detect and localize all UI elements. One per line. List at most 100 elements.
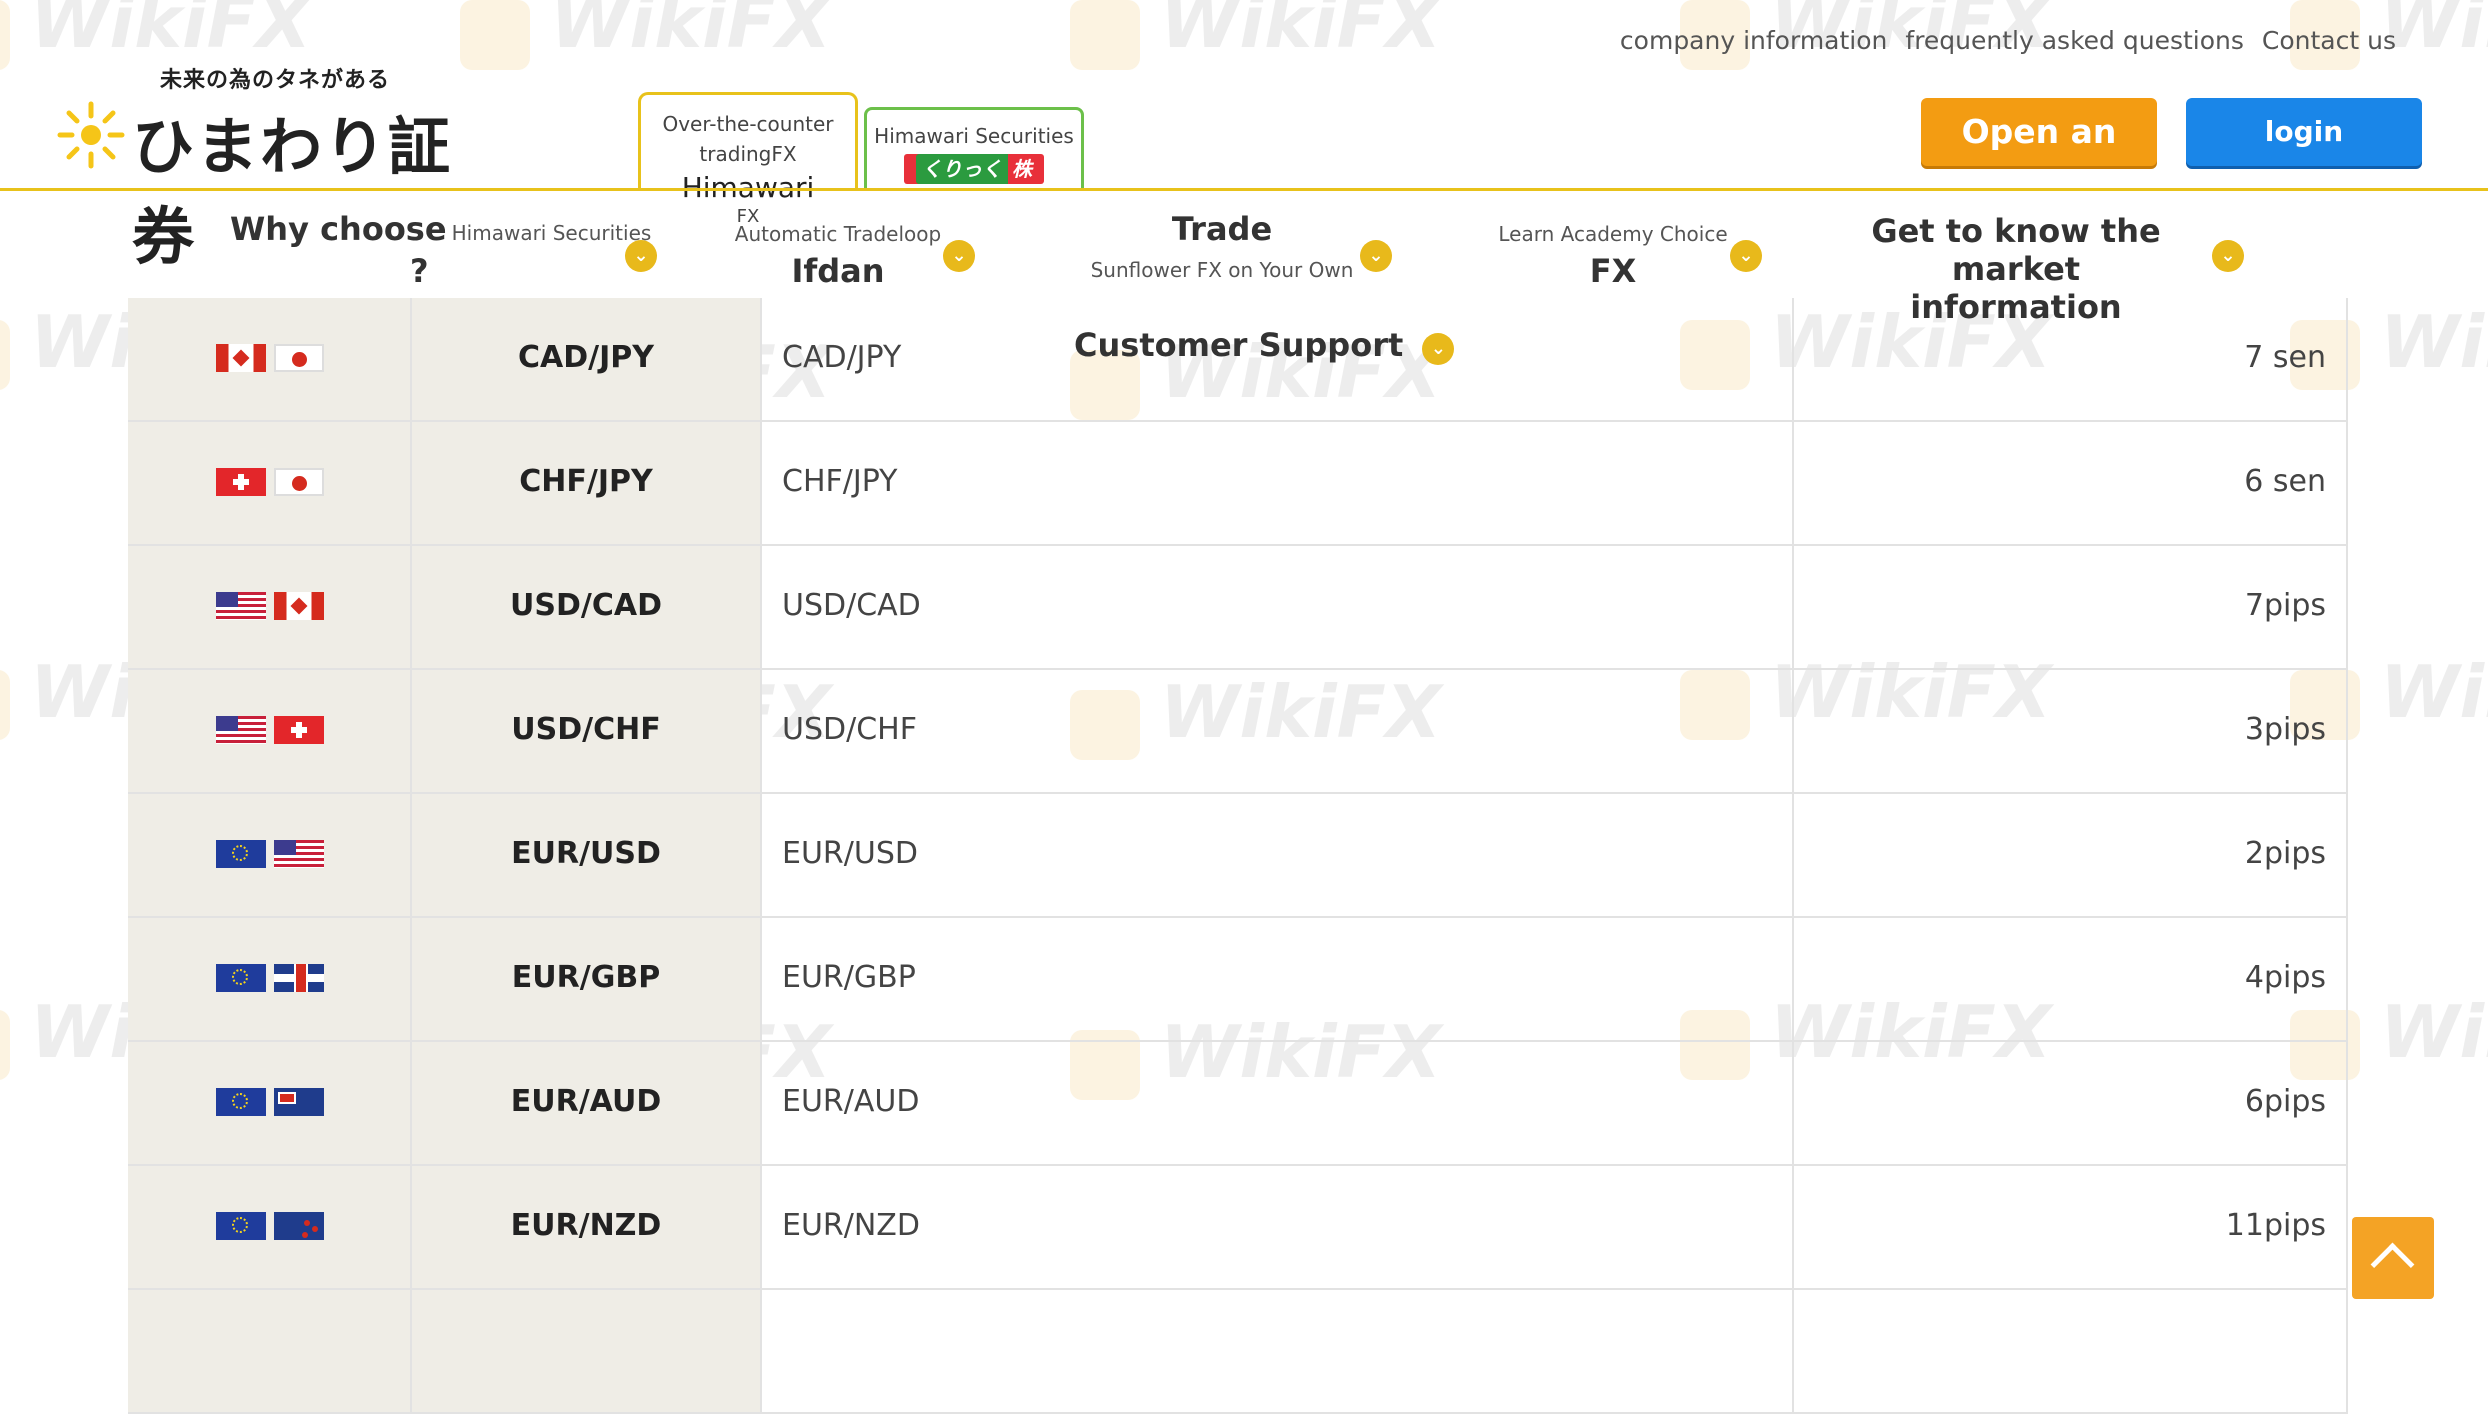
chevron-down-icon: ⌄	[2212, 240, 2244, 272]
watermark-text: WikiFX	[2380, 300, 2488, 384]
pair-name: EUR/USD	[782, 836, 918, 871]
watermark-badge-icon	[0, 1010, 10, 1080]
nav-why-small: Himawari Securities	[451, 221, 652, 245]
flag-us-icon	[216, 716, 266, 744]
flag-cell	[128, 1042, 412, 1164]
table-row: EUR/USD EUR/USD 2pips	[128, 794, 2348, 918]
nav-trade-small: Sunflower FX on Your Own	[1090, 258, 1354, 282]
flag-eu-icon	[216, 840, 266, 868]
spread-value: 7 sen	[2244, 340, 2326, 375]
pair-name: EUR/GBP	[782, 960, 916, 995]
sun-logo-icon	[57, 101, 125, 169]
tab-click-kabu365[interactable]: Himawari Securities くりっく 株365	[864, 107, 1084, 211]
spread-cell: 7 sen	[1794, 298, 2348, 420]
pair-cell: EUR/USD	[412, 794, 762, 916]
pair-name-cell: EUR/USD	[762, 794, 1794, 916]
contact-us-link[interactable]: Contact us	[2262, 26, 2396, 55]
watermark-badge-icon	[0, 320, 10, 390]
table-row: EUR/GBP EUR/GBP 4pips	[128, 918, 2348, 1042]
spread-value: 2pips	[2244, 836, 2326, 871]
flag-cell	[128, 546, 412, 668]
watermark-text: WikiFX	[2380, 650, 2488, 734]
spread-cell: 4pips	[1794, 918, 2348, 1040]
pair-cell: CHF/JPY	[412, 422, 762, 544]
login-button[interactable]: login	[2186, 98, 2422, 166]
site-logo[interactable]: 未来の為のタネがある ひまわり証券	[56, 60, 456, 273]
nav-why-q: ?	[410, 252, 429, 290]
flag-pair	[216, 1088, 324, 1116]
tab-himawari-fx[interactable]: Over-the-counter tradingFX Himawari FX	[638, 92, 858, 227]
open-account-button[interactable]: Open an	[1921, 98, 2157, 166]
watermark-text: WikiFX	[2380, 990, 2488, 1074]
watermark-text: WikiFX	[550, 0, 832, 64]
nav-why-choose[interactable]: Why choose Himawari Securities ? ⌄	[230, 210, 670, 290]
watermark-badge-icon	[0, 0, 10, 70]
flag-nz-icon	[274, 1212, 324, 1240]
flag-gb-icon	[274, 964, 324, 992]
pair-name-cell: USD/CAD	[762, 546, 1794, 668]
pair-cell: USD/CAD	[412, 546, 762, 668]
click-kabu365-logo: くりっく 株365	[904, 154, 1044, 211]
pair-code: USD/CAD	[510, 588, 662, 623]
nav-academy[interactable]: Learn Academy Choice FX ⌄	[1498, 222, 1762, 290]
chevron-down-icon: ⌄	[943, 240, 975, 272]
spread-cell: 11pips	[1794, 1166, 2348, 1288]
flag-pair	[216, 344, 324, 372]
header-divider	[0, 188, 2488, 191]
pair-code: CHF/JPY	[519, 464, 653, 499]
spread-cell: 3pips	[1794, 670, 2348, 792]
nav-customer-support[interactable]: Customer Support ⌄	[1074, 326, 1455, 367]
watermark-badge-icon	[1070, 0, 1140, 70]
nav-trade-big: Trade	[1171, 210, 1273, 248]
pair-name: CHF/JPY	[782, 464, 898, 499]
pair-name-cell: EUR/NZD	[762, 1166, 1794, 1288]
nav-ifdan-small: Automatic Tradeloop	[734, 222, 942, 246]
table-row: USD/CAD USD/CAD 7pips	[128, 546, 2348, 670]
spread-cell: 7pips	[1794, 546, 2348, 668]
flag-eu-icon	[216, 1088, 266, 1116]
pair-code: EUR/USD	[511, 836, 661, 871]
pair-code: EUR/NZD	[510, 1208, 662, 1243]
back-to-top-button[interactable]	[2352, 1217, 2434, 1299]
flag-pair	[216, 840, 324, 868]
tab-click-label: Himawari Securities	[874, 124, 1074, 148]
flag-eu-icon	[216, 964, 266, 992]
company-information-link[interactable]: company information	[1620, 26, 1887, 55]
tab-fx-line1: Over-the-counter	[662, 112, 834, 136]
spread-cell	[1794, 1290, 2348, 1412]
nav-ifdan[interactable]: Automatic Tradeloop Ifdan ⌄	[728, 222, 975, 290]
spread-value: 7pips	[2244, 588, 2326, 623]
pair-code: CAD/JPY	[518, 340, 654, 375]
pair-cell: EUR/GBP	[412, 918, 762, 1040]
flag-cell	[128, 1166, 412, 1288]
flag-jp-icon	[274, 344, 324, 372]
flag-pair	[216, 716, 324, 744]
flag-cell	[128, 1290, 412, 1412]
pair-cell: CAD/JPY	[412, 298, 762, 420]
spread-value: 11pips	[2225, 1208, 2326, 1243]
flag-ca-icon	[216, 344, 266, 372]
nav-ifdan-big: Ifdan	[791, 252, 885, 290]
flag-pair	[216, 1212, 324, 1240]
pair-name-cell: USD/CHF	[762, 670, 1794, 792]
spread-cell: 2pips	[1794, 794, 2348, 916]
table-row: EUR/NZD EUR/NZD 11pips	[128, 1166, 2348, 1290]
watermark-badge-icon	[460, 0, 530, 70]
watermark-text: WikiFX	[1160, 0, 1442, 64]
pair-cell: EUR/NZD	[412, 1166, 762, 1288]
nav-trade[interactable]: Trade Sunflower FX on Your Own ⌄	[1082, 210, 1392, 282]
pair-code: USD/CHF	[511, 712, 661, 747]
chevron-down-icon: ⌄	[625, 240, 657, 272]
top-links: company information frequently asked que…	[1620, 26, 2396, 55]
faq-link[interactable]: frequently asked questions	[1905, 26, 2244, 55]
spread-value: 6 sen	[2244, 464, 2326, 499]
pair-code: EUR/AUD	[510, 1084, 662, 1119]
spread-value: 4pips	[2244, 960, 2326, 995]
nav-why-big: Why choose	[230, 210, 447, 248]
pair-name-cell: EUR/GBP	[762, 918, 1794, 1040]
flag-pair	[216, 468, 324, 496]
pair-name: USD/CAD	[782, 588, 921, 623]
chevron-down-icon: ⌄	[1422, 333, 1455, 365]
pair-name-cell: CHF/JPY	[762, 422, 1794, 544]
customer-support-label: Customer Support	[1074, 326, 1404, 364]
